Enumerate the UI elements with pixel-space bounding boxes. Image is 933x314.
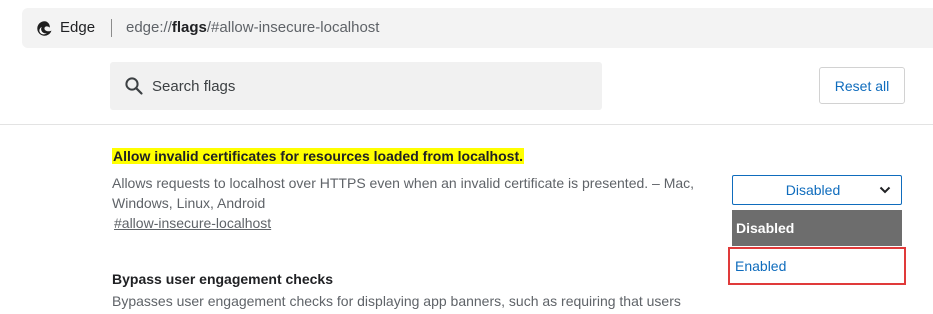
flag-description: Allows requests to localhost over HTTPS … xyxy=(112,175,695,211)
url-fragment: /#allow-insecure-localhost xyxy=(206,19,380,36)
flag-description: Bypasses user engagement checks for disp… xyxy=(112,293,681,309)
selected-value: Disabled xyxy=(785,182,841,198)
option-enabled[interactable]: Enabled xyxy=(728,247,906,285)
flag-state-select[interactable]: Disabled xyxy=(732,175,902,205)
flag-title: Bypass user engagement checks xyxy=(112,271,333,287)
search-icon xyxy=(125,77,143,95)
option-disabled[interactable]: Disabled xyxy=(732,210,902,246)
browser-name: Edge xyxy=(60,19,96,36)
search-box[interactable] xyxy=(110,62,602,110)
url-host: flags xyxy=(171,19,207,36)
url-text[interactable]: edge://flags/#allow-insecure-localhost xyxy=(126,19,379,36)
flag-title: Allow invalid certificates for resources… xyxy=(112,148,524,164)
url-prefix: edge:// xyxy=(126,19,172,36)
reset-all-button[interactable]: Reset all xyxy=(819,67,905,104)
address-divider xyxy=(111,19,112,37)
dropdown-menu: Disabled Enabled xyxy=(728,210,906,285)
flag-anchor-link[interactable]: #allow-insecure-localhost xyxy=(114,215,271,231)
header-divider xyxy=(0,124,933,125)
search-input[interactable] xyxy=(152,76,572,96)
address-bar[interactable]: Edge edge://flags/#allow-insecure-localh… xyxy=(22,8,933,48)
edge-logo-icon xyxy=(37,21,52,36)
chevron-down-icon xyxy=(879,186,891,194)
